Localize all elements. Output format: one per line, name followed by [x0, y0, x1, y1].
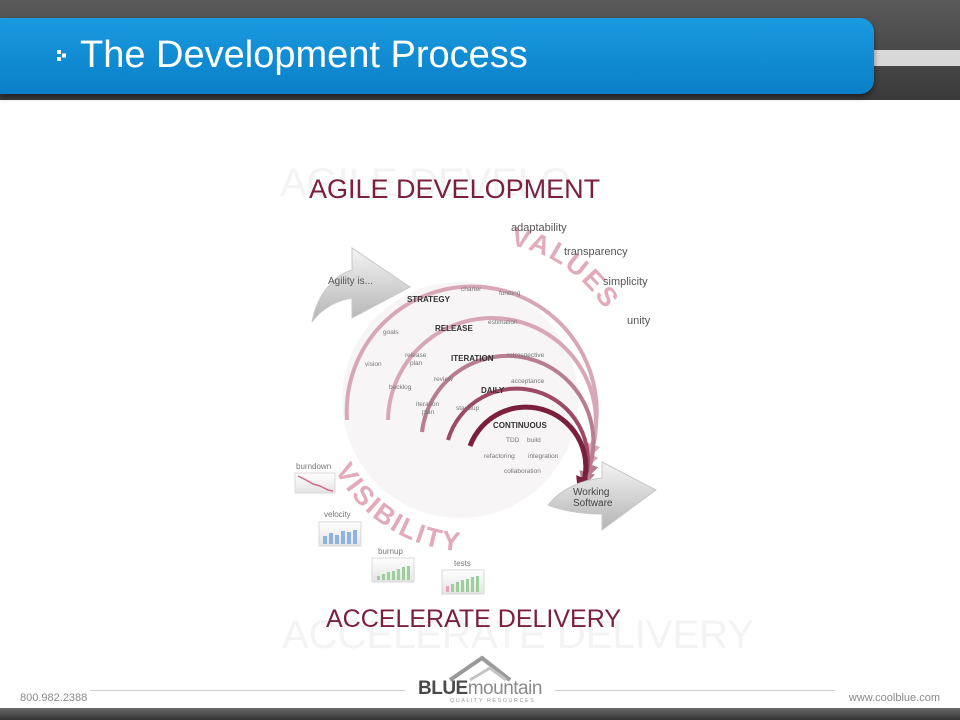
activity-label: vision [365, 361, 382, 368]
value-item: unity [627, 315, 651, 327]
activity-label: estimation [488, 319, 518, 326]
level-iteration: ITERATION [451, 354, 494, 363]
value-item: simplicity [603, 276, 648, 288]
burnup-chart-icon [371, 557, 415, 583]
arrow-in-label: Agility is... [328, 276, 373, 287]
value-item: transparency [564, 246, 628, 258]
activity-label: charter [461, 286, 482, 293]
diagram-footer-heading: ACCELERATE DELIVERY [326, 605, 621, 633]
activity-label: plan [422, 409, 435, 416]
activity-label: refactoring [484, 453, 515, 460]
activity-label: retrospective [507, 352, 545, 359]
level-daily: DAILY [481, 386, 505, 395]
arrow-out-label-line2: Software [573, 498, 613, 509]
activity-label: integration [528, 453, 559, 460]
level-strategy: STRATEGY [407, 295, 451, 304]
activity-label: funding [499, 290, 521, 297]
activity-label: plan [410, 360, 423, 367]
arrow-out-label-line1: Working [573, 487, 610, 498]
background-disc [342, 282, 578, 518]
activity-label: TDD [506, 437, 520, 444]
chart-label-velocity: velocity [324, 510, 351, 519]
velocity-chart-icon [318, 521, 362, 547]
diagram-heading: AGILE DEVELOPMENT [309, 174, 600, 204]
logo-tagline: QUALITY RESOURCES [450, 698, 536, 704]
logo-wordmark: BLUEmountain [418, 678, 542, 700]
activity-label: iteration [416, 401, 440, 408]
activity-label: standup [456, 405, 480, 412]
footer-url: www.coolblue.com [848, 692, 940, 704]
activity-label: backlog [389, 384, 412, 391]
logo-blue-text: BLUE [418, 678, 468, 699]
activity-label: goals [383, 329, 399, 336]
activity-label: acceptance [511, 378, 545, 385]
activity-label: build [527, 437, 541, 444]
activity-label: review [434, 376, 453, 383]
value-item: adaptability [511, 222, 567, 234]
level-continuous: CONTINUOUS [493, 421, 547, 430]
activity-label: collaboration [504, 468, 541, 475]
footer-band [0, 708, 960, 720]
footer-divider-left [90, 690, 405, 691]
chart-label-burnup: burnup [378, 547, 403, 556]
activity-label: release [405, 352, 427, 359]
chart-label-tests: tests [454, 559, 471, 568]
footer-divider-right [555, 690, 835, 691]
logo-mountain-text: mountain [467, 678, 543, 699]
chart-label-burndown: burndown [296, 462, 331, 471]
tests-chart-icon [441, 569, 485, 595]
footer-phone: 800.982.2388 [20, 692, 88, 704]
burndown-chart-icon [294, 472, 336, 494]
agile-diagram: AGILE DEVELO ACCELERATE DELIVERY AGILE D… [280, 161, 754, 657]
company-logo: BLUEmountain QUALITY RESOURCES [410, 652, 550, 708]
level-release: RELEASE [435, 324, 473, 333]
